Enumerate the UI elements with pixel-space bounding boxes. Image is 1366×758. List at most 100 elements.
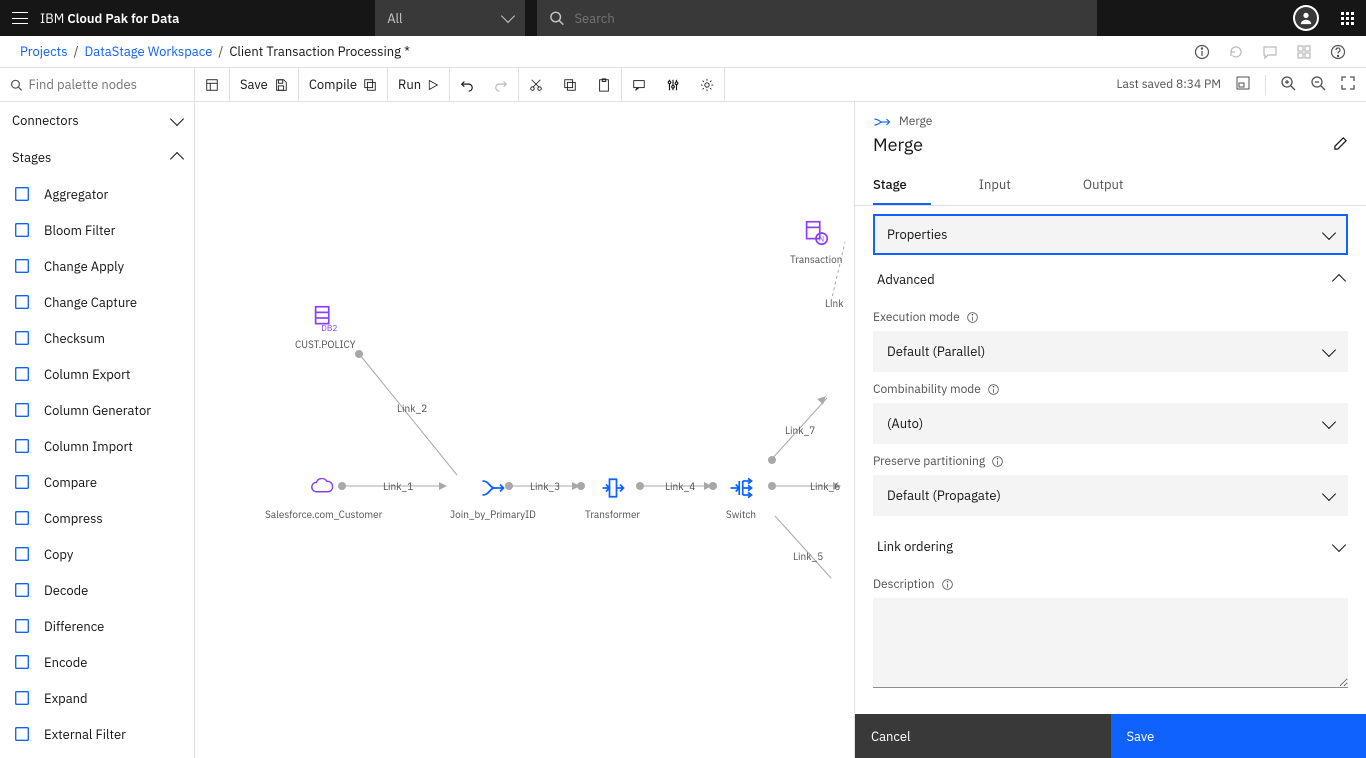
stage-icon — [12, 508, 32, 528]
user-avatar[interactable] — [1293, 5, 1319, 31]
link-label: Link_7 — [785, 424, 815, 437]
chevron-up-icon — [1332, 273, 1346, 287]
info-icon[interactable] — [1194, 44, 1210, 60]
cancel-button[interactable]: Cancel — [855, 714, 1111, 758]
section-advanced[interactable]: Advanced — [873, 259, 1348, 300]
settings-sliders-icon[interactable] — [656, 68, 690, 101]
global-search[interactable] — [537, 0, 1097, 36]
stage-icon — [12, 652, 32, 672]
stage-icon — [12, 220, 32, 240]
save-button[interactable]: Save — [1111, 714, 1366, 758]
annotation-button[interactable] — [622, 68, 656, 101]
label-comb-mode: Combinability mode — [873, 382, 1348, 397]
stage-icon — [12, 688, 32, 708]
help-icon[interactable] — [1330, 44, 1346, 60]
panel-tabs: Stage Input Output — [855, 166, 1366, 206]
gear-icon[interactable] — [690, 68, 724, 101]
copy-button[interactable] — [553, 68, 587, 101]
tab-stage[interactable]: Stage — [873, 166, 931, 205]
palette-item[interactable]: Checksum — [0, 320, 194, 356]
palette-item[interactable]: Aggregator — [0, 176, 194, 212]
topbar: IBM Cloud Pak for Data All — [0, 0, 1366, 36]
chevron-down-icon — [1322, 486, 1336, 500]
toolbar: Save Compile Run Last saved 8:34 PM — [0, 68, 1366, 102]
palette-item[interactable]: Column Generator — [0, 392, 194, 428]
node-cust-policy[interactable]: DB2 CUST.POLICY — [295, 302, 356, 351]
palette-item[interactable]: Column Export — [0, 356, 194, 392]
app-switcher-icon[interactable] — [1341, 12, 1354, 25]
layout-button[interactable] — [195, 68, 229, 101]
search-scope-dropdown[interactable]: All — [375, 0, 525, 36]
hamburger-menu-icon[interactable] — [12, 12, 28, 24]
comment-icon[interactable] — [1262, 44, 1278, 60]
cut-button[interactable] — [519, 68, 553, 101]
run-button[interactable]: Run — [388, 68, 449, 101]
link-label: Link_6 — [810, 480, 840, 493]
palette-item[interactable]: Difference — [0, 608, 194, 644]
breadcrumb-current: Client Transaction Processing * — [229, 43, 410, 60]
link-label: Link_5 — [793, 550, 823, 563]
palette-search[interactable] — [0, 68, 195, 101]
palette-section-connectors[interactable]: Connectors — [0, 102, 194, 139]
chevron-down-icon — [170, 111, 184, 125]
node-switch[interactable]: Switch — [725, 472, 757, 521]
palette-item[interactable]: Compress — [0, 500, 194, 536]
property-panel: Merge Merge Stage Input Output Propertie… — [854, 102, 1366, 758]
link-label: Link_1 — [383, 480, 413, 493]
brand: IBM Cloud Pak for Data — [40, 10, 179, 27]
node-transaction[interactable]: N Transaction — [790, 217, 842, 266]
search-scope-label: All — [387, 10, 402, 27]
palette-item[interactable]: Compare — [0, 464, 194, 500]
breadcrumb-projects[interactable]: Projects — [20, 43, 68, 60]
tab-output[interactable]: Output — [1083, 166, 1148, 205]
palette-item[interactable]: Change Capture — [0, 284, 194, 320]
tile-icon[interactable] — [1296, 44, 1312, 60]
stage-icon — [12, 292, 32, 312]
palette-item[interactable]: Bloom Filter — [0, 212, 194, 248]
palette-search-input[interactable] — [29, 76, 184, 93]
paste-button[interactable] — [587, 68, 621, 101]
stage-icon — [12, 580, 32, 600]
section-properties[interactable]: Properties — [873, 214, 1348, 255]
fit-icon[interactable] — [1340, 75, 1356, 95]
history-icon[interactable] — [1228, 44, 1244, 60]
select-comb-mode[interactable]: (Auto) — [873, 403, 1348, 444]
select-exec-mode[interactable]: Default (Parallel) — [873, 331, 1348, 372]
canvas[interactable]: DB2 CUST.POLICY Salesforce.com_Customer … — [195, 102, 854, 758]
search-input[interactable] — [574, 10, 1085, 27]
palette-item[interactable]: Decode — [0, 572, 194, 608]
search-icon — [549, 10, 564, 26]
main: Connectors Stages AggregatorBloom Filter… — [0, 102, 1366, 758]
stage-icon — [12, 364, 32, 384]
chevron-down-icon — [501, 9, 515, 23]
palette-item[interactable]: External Filter — [0, 716, 194, 752]
chevron-down-icon — [1322, 342, 1336, 356]
description-textarea[interactable] — [873, 598, 1348, 688]
zoom-out-icon[interactable] — [1310, 75, 1326, 95]
save-button[interactable]: Save — [230, 68, 298, 101]
link-label: Link_2 — [397, 402, 427, 415]
palette-section-stages[interactable]: Stages — [0, 139, 194, 176]
node-join[interactable]: Join_by_PrimaryID — [450, 472, 536, 521]
palette-item[interactable]: Copy — [0, 536, 194, 572]
tab-input[interactable]: Input — [979, 166, 1035, 205]
stage-icon — [12, 436, 32, 456]
compile-button[interactable]: Compile — [299, 68, 387, 101]
palette-item[interactable]: Column Import — [0, 428, 194, 464]
label-preserve: Preserve partitioning — [873, 454, 1348, 469]
edit-icon[interactable] — [1333, 133, 1348, 156]
palette-item[interactable]: Expand — [0, 680, 194, 716]
section-link-ordering[interactable]: Link ordering — [873, 526, 1348, 567]
undo-button[interactable] — [450, 68, 484, 101]
minimap-icon[interactable] — [1235, 75, 1251, 95]
node-salesforce[interactable]: Salesforce.com_Customer — [265, 472, 382, 521]
redo-button[interactable] — [484, 68, 518, 101]
stage-icon — [12, 724, 32, 744]
chevron-down-icon — [1322, 414, 1336, 428]
zoom-in-icon[interactable] — [1280, 75, 1296, 95]
node-transformer[interactable]: Transformer — [585, 472, 640, 521]
breadcrumb-workspace[interactable]: DataStage Workspace — [85, 43, 213, 60]
select-preserve[interactable]: Default (Propagate) — [873, 475, 1348, 516]
palette-item[interactable]: Change Apply — [0, 248, 194, 284]
palette-item[interactable]: Encode — [0, 644, 194, 680]
